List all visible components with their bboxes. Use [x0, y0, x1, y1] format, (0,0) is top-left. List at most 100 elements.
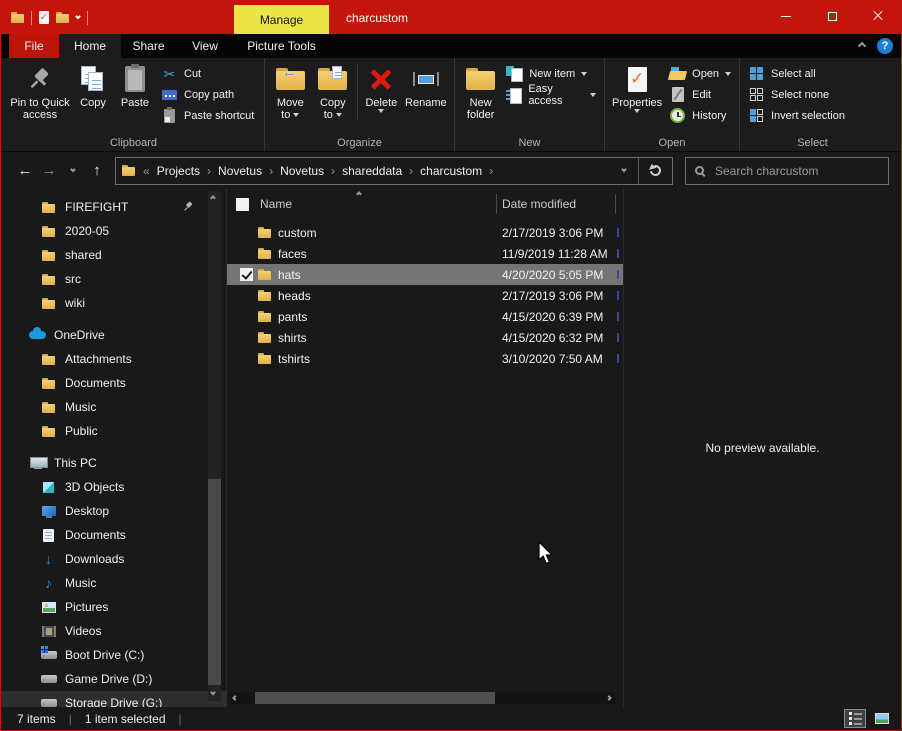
sidebar-item-attachments[interactable]: Attachments [1, 347, 226, 371]
file-row-hats-selected[interactable]: hats 4/20/2020 5:05 PM [227, 264, 623, 285]
collapse-ribbon-icon[interactable] [858, 42, 866, 50]
manage-contextual-tab[interactable]: Manage [234, 5, 329, 34]
sidebar-item-desktop[interactable]: Desktop [1, 499, 226, 523]
column-divider[interactable] [615, 194, 616, 214]
pin-to-quick-access-button[interactable]: Pin to Quick access [7, 62, 73, 123]
close-button[interactable] [855, 1, 901, 31]
sidebar-item-documents[interactable]: Documents [1, 523, 226, 547]
file-row-shirts[interactable]: shirts 4/15/2020 6:32 PM [227, 327, 623, 348]
forward-button[interactable]: → [37, 158, 61, 184]
sidebar-scrollbar[interactable] [208, 191, 221, 701]
easy-access-button[interactable]: Easy access [502, 84, 600, 105]
invert-selection-button[interactable]: Invert selection [744, 105, 849, 126]
scrollbar-thumb[interactable] [255, 692, 495, 704]
breadcrumb-item[interactable]: shareddata [337, 164, 407, 178]
large-icons-view-button[interactable] [871, 709, 893, 728]
select-none-button[interactable]: Select none [744, 84, 849, 105]
breadcrumb-item[interactable]: Novetus [275, 164, 329, 178]
file-row-custom[interactable]: custom 2/17/2019 3:06 PM [227, 222, 623, 243]
breadcrumb-overflow-icon[interactable]: « [141, 164, 152, 178]
tab-picture-tools[interactable]: Picture Tools [234, 34, 329, 58]
copy-button[interactable]: Copy [73, 62, 113, 111]
file-row-heads[interactable]: heads 2/17/2019 3:06 PM [227, 285, 623, 306]
column-header-date-modified[interactable]: Date modified [502, 197, 576, 211]
breadcrumb-separator-icon[interactable]: › [329, 164, 337, 178]
select-all-checkbox[interactable] [236, 198, 249, 211]
scroll-down-icon[interactable] [210, 690, 216, 696]
address-dropdown-chevron-icon[interactable] [610, 169, 638, 173]
sidebar-item-music[interactable]: ♪Music [1, 571, 226, 595]
sidebar-item-2020-05[interactable]: 2020-05 [1, 219, 226, 243]
folder-icon [258, 353, 271, 364]
column-header-name[interactable]: Name [260, 197, 292, 211]
paste-shortcut-button[interactable]: Paste shortcut [157, 105, 258, 126]
sidebar-item-music-onedrive[interactable]: Music [1, 395, 226, 419]
sidebar-item-public[interactable]: Public [1, 419, 226, 443]
maximize-button[interactable] [809, 1, 855, 31]
scrollbar-thumb[interactable] [208, 479, 221, 685]
file-row-pants[interactable]: pants 4/15/2020 6:39 PM [227, 306, 623, 327]
sidebar-item-shared[interactable]: shared [1, 243, 226, 267]
sidebar-item-game-drive-d[interactable]: Game Drive (D:) [1, 667, 226, 691]
refresh-button[interactable] [639, 165, 672, 176]
new-folder-button[interactable]: New folder [459, 62, 502, 123]
new-folder-qat-icon[interactable] [56, 12, 69, 23]
breadcrumb-item-current[interactable]: charcustom [415, 164, 487, 178]
qat-customize-chevron-icon[interactable] [75, 13, 81, 19]
open-button[interactable]: Open [665, 63, 735, 84]
file-row-faces[interactable]: faces 11/9/2019 11:28 AM [227, 243, 623, 264]
rename-button[interactable]: Rename [402, 62, 450, 111]
tab-home[interactable]: Home [59, 34, 121, 58]
breadcrumb-item[interactable]: Novetus [213, 164, 267, 178]
cut-button[interactable]: ✂ Cut [157, 63, 258, 84]
scroll-right-icon[interactable] [603, 696, 615, 700]
properties-button[interactable]: ✓ Properties [609, 62, 665, 115]
sidebar-item-3d-objects[interactable]: 3D Objects [1, 475, 226, 499]
breadcrumb-separator-icon[interactable]: › [407, 164, 415, 178]
search-box[interactable] [685, 157, 889, 185]
up-button[interactable]: ↑ [85, 158, 109, 184]
edit-button[interactable]: Edit [665, 84, 735, 105]
sidebar-item-firefight[interactable]: FIREFIGHT [1, 195, 226, 219]
sidebar-item-this-pc[interactable]: This PC [1, 451, 226, 475]
search-input[interactable] [713, 163, 879, 179]
tab-share[interactable]: Share [121, 34, 176, 58]
scrollbar-track[interactable] [241, 692, 603, 704]
move-to-button[interactable]: ← Move to [269, 62, 312, 123]
paste-button[interactable]: Paste [113, 62, 157, 111]
scroll-up-icon[interactable] [210, 195, 216, 201]
properties-qat-icon[interactable]: ✓ [39, 11, 49, 24]
sidebar-item-onedrive[interactable]: OneDrive [1, 323, 226, 347]
file-row-tshirts[interactable]: tshirts 3/10/2020 7:50 AM [227, 348, 623, 369]
breadcrumb-separator-icon[interactable]: › [205, 164, 213, 178]
sidebar-item-boot-drive-c[interactable]: Boot Drive (C:) [1, 643, 226, 667]
minimize-button[interactable] [763, 1, 809, 31]
recent-locations-chevron-icon[interactable] [61, 158, 85, 184]
sidebar-item-videos[interactable]: Videos [1, 619, 226, 643]
sidebar-item-src[interactable]: src [1, 267, 226, 291]
copy-path-button[interactable]: Copy path [157, 84, 258, 105]
sidebar-item-wiki[interactable]: wiki [1, 291, 226, 315]
sidebar-item-pictures[interactable]: Pictures [1, 595, 226, 619]
copy-to-button[interactable]: Copy to [312, 62, 355, 123]
select-all-button[interactable]: Select all [744, 63, 849, 84]
help-icon[interactable]: ? [877, 38, 893, 54]
sidebar-item-storage-drive-g[interactable]: Storage Drive (G:) [1, 691, 226, 707]
scroll-left-icon[interactable] [229, 696, 241, 700]
delete-button[interactable]: Delete [361, 62, 402, 115]
tab-file[interactable]: File [9, 34, 59, 58]
history-button[interactable]: History [665, 105, 735, 126]
row-checkbox-checked[interactable] [240, 268, 253, 281]
breadcrumb-separator-icon[interactable]: › [267, 164, 275, 178]
column-divider[interactable] [496, 194, 497, 214]
details-view-button[interactable] [844, 709, 866, 728]
sidebar-item-downloads[interactable]: ↓Downloads [1, 547, 226, 571]
back-button[interactable]: ← [13, 158, 37, 184]
tab-view[interactable]: View [176, 34, 234, 58]
breadcrumb-separator-icon[interactable]: › [487, 164, 495, 178]
breadcrumb-item[interactable]: Projects [152, 164, 205, 178]
new-item-button[interactable]: New item [502, 63, 600, 84]
horizontal-scrollbar[interactable] [229, 692, 615, 704]
address-bar[interactable]: « Projects › Novetus › Novetus › sharedd… [115, 157, 673, 185]
sidebar-item-documents-onedrive[interactable]: Documents [1, 371, 226, 395]
